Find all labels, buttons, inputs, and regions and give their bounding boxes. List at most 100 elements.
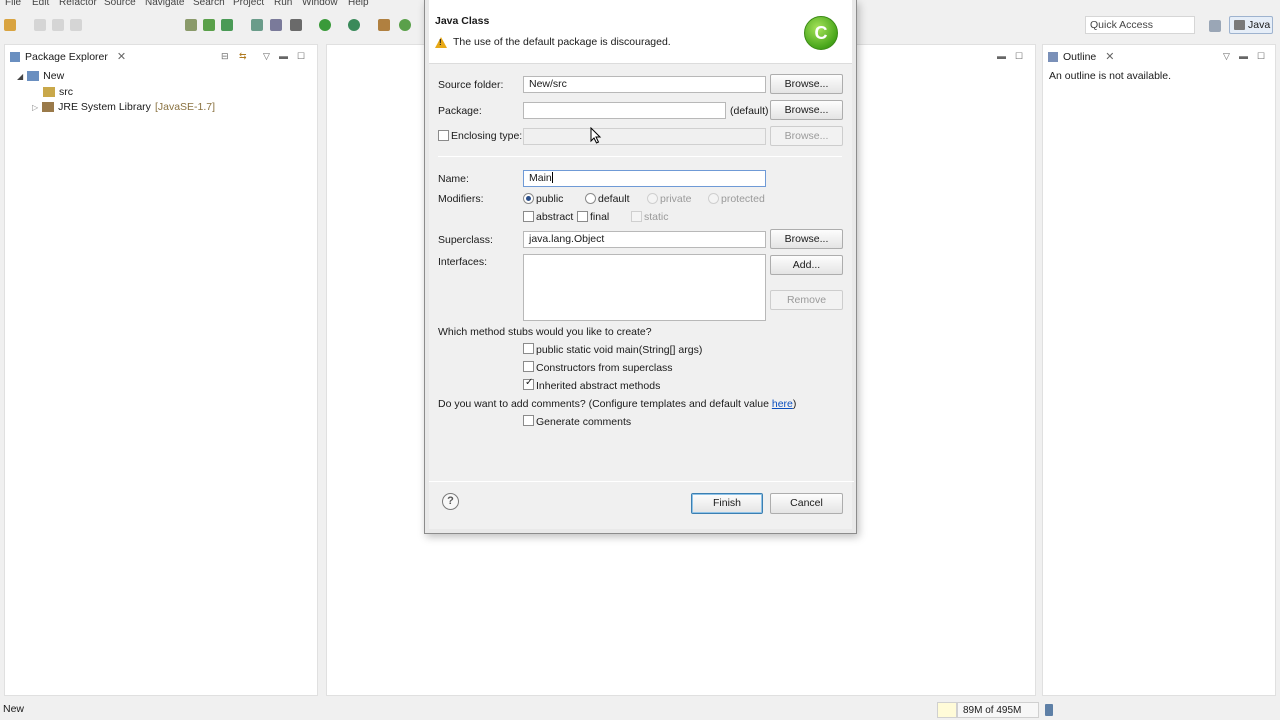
interfaces-label: Interfaces: xyxy=(438,256,488,268)
enclosing-type-label: Enclosing type: xyxy=(451,130,523,142)
stub-inherited-label: Inherited abstract methods xyxy=(536,380,661,392)
finish-button[interactable]: Finish xyxy=(691,493,763,514)
java-perspective-label: Java xyxy=(1248,19,1271,31)
stub-constructors-checkbox[interactable] xyxy=(523,361,534,372)
package-explorer-title: Package Explorer xyxy=(25,50,108,63)
new-java-class-dialog: Java Class The use of the default packag… xyxy=(424,0,857,534)
new-icon[interactable] xyxy=(4,19,16,31)
quick-access-input[interactable]: Quick Access xyxy=(1085,16,1195,34)
outline-tab[interactable]: Outline ✕ xyxy=(1048,50,1115,63)
menu-search[interactable]: Search xyxy=(193,0,225,8)
run-icon[interactable] xyxy=(319,19,331,31)
menu-help[interactable]: Help xyxy=(348,0,369,8)
package-explorer-view: Package Explorer ✕ ⊟ ⇆ ▽ ▬ ☐ ◢ New src ▷… xyxy=(4,44,318,696)
save-icon[interactable] xyxy=(34,19,46,31)
outline-minimize-icon[interactable]: ▬ xyxy=(1239,51,1248,61)
modifier-private-label: private xyxy=(660,193,692,205)
superclass-input[interactable]: java.lang.Object xyxy=(523,231,766,248)
tree-library-row[interactable]: ▷ JRE System Library [JavaSE-1.7] xyxy=(32,101,215,113)
tree-library-suffix: [JavaSE-1.7] xyxy=(154,101,216,113)
package-label: Package: xyxy=(438,105,482,117)
menu-navigate[interactable]: Navigate xyxy=(145,0,184,8)
open-perspective-icon[interactable] xyxy=(1209,20,1221,32)
menu-file[interactable]: File xyxy=(5,0,21,8)
minimize-icon[interactable]: ▬ xyxy=(279,51,288,61)
new-package-icon[interactable] xyxy=(378,19,390,31)
outline-close-icon[interactable]: ✕ xyxy=(1105,50,1114,63)
stubs-question: Which method stubs would you like to cre… xyxy=(438,326,652,338)
stub-main-checkbox[interactable] xyxy=(523,343,534,354)
outline-title: Outline xyxy=(1063,50,1097,63)
tree-project-row[interactable]: ◢ New xyxy=(17,70,64,82)
link-editor-icon[interactable]: ⇆ xyxy=(239,51,247,62)
server-icon[interactable] xyxy=(203,19,215,31)
menu-edit[interactable]: Edit xyxy=(32,0,49,8)
outline-view: Outline ✕ ▽ ▬ ☐ An outline is not availa… xyxy=(1042,44,1276,696)
package-input[interactable] xyxy=(523,102,726,119)
modifier-default-label: default xyxy=(598,193,630,205)
interfaces-list[interactable] xyxy=(523,254,766,321)
print-icon[interactable] xyxy=(70,19,82,31)
java-perspective-button[interactable]: Java xyxy=(1229,16,1273,34)
modifier-private-radio xyxy=(647,193,658,204)
mouse-cursor-icon xyxy=(590,127,602,144)
name-input[interactable]: Main xyxy=(523,170,766,187)
tree-src-label: src xyxy=(59,86,73,98)
coverage-icon[interactable] xyxy=(348,19,360,31)
enclosing-type-checkbox[interactable] xyxy=(438,130,449,141)
new-class-icon[interactable] xyxy=(399,19,411,31)
outline-tabbar: Outline ✕ ▽ ▬ ☐ xyxy=(1043,45,1275,67)
view-menu-icon[interactable]: ▽ xyxy=(263,51,270,62)
collapsed-icon[interactable]: ▷ xyxy=(32,103,38,112)
collapse-all-icon[interactable]: ⊟ xyxy=(221,51,229,62)
footer-separator xyxy=(429,481,854,482)
menu-window[interactable]: Window xyxy=(302,0,338,8)
menu-run[interactable]: Run xyxy=(274,0,292,8)
maximize-icon[interactable]: ☐ xyxy=(297,51,305,62)
comments-question-text: Do you want to add comments? (Configure … xyxy=(438,398,772,410)
editor-maximize-icon[interactable]: ☐ xyxy=(1015,51,1023,62)
superclass-browse-button[interactable]: Browse... xyxy=(770,229,843,249)
garbage-collect-icon[interactable] xyxy=(1045,704,1053,716)
name-input-value: Main xyxy=(529,172,552,184)
heap-status[interactable]: 89M of 495M xyxy=(957,702,1039,718)
menu-project[interactable]: Project xyxy=(233,0,264,8)
stub-main-label: public static void main(String[] args) xyxy=(536,344,703,356)
dialog-body: Java Class The use of the default packag… xyxy=(429,0,854,529)
modifier-default-radio[interactable] xyxy=(585,193,596,204)
generate-comments-checkbox[interactable] xyxy=(523,415,534,426)
new-class-wizard-icon: C xyxy=(804,16,838,50)
modifier-final-checkbox[interactable] xyxy=(577,211,588,222)
modifier-abstract-checkbox[interactable] xyxy=(523,211,534,222)
stub-inherited-checkbox[interactable] xyxy=(523,377,534,390)
source-folder-label: Source folder: xyxy=(438,79,504,91)
package-browse-button[interactable]: Browse... xyxy=(770,100,843,120)
package-explorer-icon xyxy=(10,51,20,62)
package-explorer-tab[interactable]: Package Explorer ✕ xyxy=(10,50,126,63)
source-folder-browse-button[interactable]: Browse... xyxy=(770,74,843,94)
dialog-message-text: The use of the default package is discou… xyxy=(453,36,671,48)
library-icon xyxy=(42,102,55,112)
save-all-icon[interactable] xyxy=(52,19,64,31)
debug-icon[interactable] xyxy=(290,19,302,31)
skip-breakpoints-icon[interactable] xyxy=(251,19,263,31)
cancel-button[interactable]: Cancel xyxy=(770,493,843,514)
toggle-icon[interactable] xyxy=(270,19,282,31)
expand-icon[interactable]: ◢ xyxy=(17,72,23,81)
outline-maximize-icon[interactable]: ☐ xyxy=(1257,51,1265,62)
source-folder-input[interactable]: New/src xyxy=(523,76,766,93)
help-icon[interactable]: ? xyxy=(442,493,459,510)
configure-templates-link[interactable]: here xyxy=(772,398,793,410)
menu-refactor[interactable]: Refactor xyxy=(59,0,97,8)
tree-src-row[interactable]: src xyxy=(43,86,73,98)
enclosing-type-browse-button: Browse... xyxy=(770,126,843,146)
editor-minimize-icon[interactable]: ▬ xyxy=(997,51,1006,61)
menu-source[interactable]: Source xyxy=(104,0,136,8)
close-icon[interactable]: ✕ xyxy=(117,50,126,63)
modifier-public-radio[interactable] xyxy=(523,193,534,204)
outline-view-menu-icon[interactable]: ▽ xyxy=(1223,51,1230,62)
task-icon[interactable] xyxy=(221,19,233,31)
interfaces-add-button[interactable]: Add... xyxy=(770,255,843,275)
build-icon[interactable] xyxy=(185,19,197,31)
package-explorer-tabbar: Package Explorer ✕ ⊟ ⇆ ▽ ▬ ☐ xyxy=(5,45,317,67)
